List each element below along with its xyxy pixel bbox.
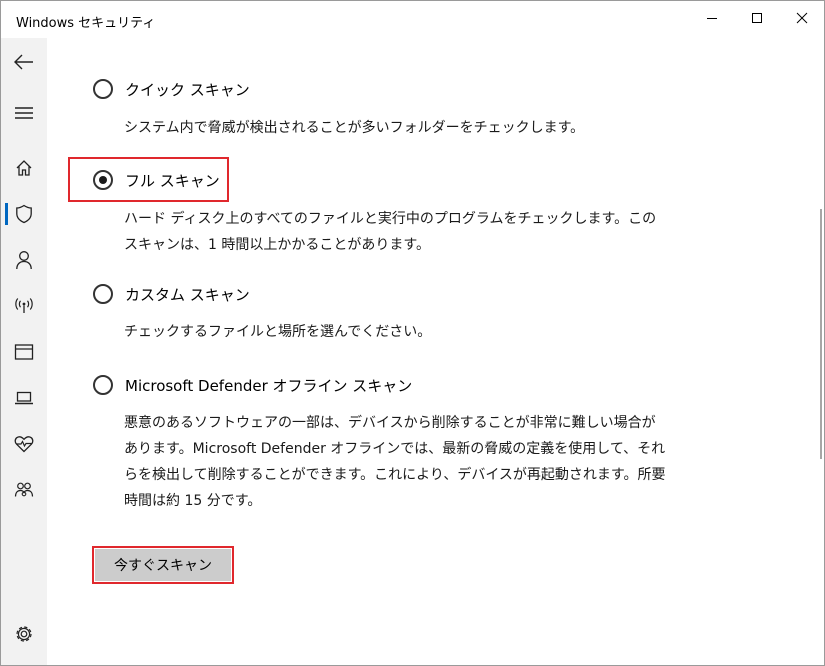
back-button[interactable]: [1, 42, 47, 82]
full-scan-description: ハード ディスク上のすべてのファイルと実行中のプログラムをチェックします。このス…: [124, 211, 657, 253]
heart-pulse-icon: [14, 436, 34, 453]
wireless-antenna-icon: [15, 298, 33, 313]
close-icon: [796, 12, 808, 24]
sidebar-item-virus-protection[interactable]: [1, 194, 47, 234]
sidebar-item-account[interactable]: [1, 240, 47, 280]
person-icon: [16, 251, 32, 270]
app-browser-window-icon: [14, 344, 34, 360]
hamburger-menu-icon: [15, 107, 33, 119]
full-scan-radio[interactable]: [93, 170, 113, 190]
quick-scan-label: クイック スキャン: [125, 80, 250, 99]
custom-scan-description: チェックするファイルと場所を選んでください。: [124, 324, 432, 340]
sidebar-item-firewall[interactable]: [1, 286, 47, 326]
maximize-button[interactable]: [734, 1, 780, 35]
defender-offline-scan-description: 悪意のあるソフトウェアの一部は、デバイスから削除することが非常に難しい場合があり…: [124, 415, 666, 509]
minimize-button[interactable]: [689, 1, 735, 35]
sidebar-item-device-security[interactable]: [1, 378, 47, 418]
sidebar: [1, 38, 47, 665]
sidebar-item-app-browser[interactable]: [1, 332, 47, 372]
family-icon: [14, 482, 34, 497]
full-scan-option[interactable]: フル スキャン: [93, 169, 220, 191]
custom-scan-radio[interactable]: [93, 284, 113, 304]
sidebar-item-settings[interactable]: [1, 614, 47, 654]
defender-offline-scan-label: Microsoft Defender オフライン スキャン: [125, 376, 413, 395]
defender-offline-scan-option[interactable]: Microsoft Defender オフライン スキャン: [93, 374, 412, 396]
shield-icon: [16, 204, 32, 224]
minimize-icon: [707, 18, 717, 19]
sidebar-item-family-options[interactable]: [1, 470, 47, 510]
title-bar: Windows セキュリティ: [1, 1, 824, 38]
scan-options-panel: クイック スキャン システム内で脅威が検出されることが多いフォルダーをチェックし…: [47, 38, 823, 665]
menu-button[interactable]: [1, 93, 47, 133]
home-icon: [16, 160, 32, 176]
defender-offline-scan-radio[interactable]: [93, 375, 113, 395]
quick-scan-description: システム内で脅威が検出されることが多いフォルダーをチェックします。: [124, 120, 585, 136]
full-scan-label: フル スキャン: [125, 171, 220, 190]
sidebar-item-device-health[interactable]: [1, 424, 47, 464]
custom-scan-option[interactable]: カスタム スキャン: [93, 283, 250, 305]
custom-scan-label: カスタム スキャン: [125, 285, 250, 304]
window-title: Windows セキュリティ: [16, 16, 156, 31]
laptop-icon: [15, 391, 33, 405]
app-window: Windows セキュリティ クイック スキャン システム内で脅威が検出されるこ…: [0, 0, 825, 666]
close-button[interactable]: [779, 1, 824, 35]
sidebar-item-home[interactable]: [1, 148, 47, 188]
scrollbar[interactable]: [820, 209, 822, 459]
gear-icon: [16, 626, 32, 642]
back-arrow-icon: [14, 54, 33, 70]
quick-scan-radio[interactable]: [93, 79, 113, 99]
quick-scan-option[interactable]: クイック スキャン: [93, 78, 250, 100]
maximize-icon: [752, 13, 762, 23]
scan-now-button[interactable]: 今すぐスキャン: [95, 549, 231, 581]
